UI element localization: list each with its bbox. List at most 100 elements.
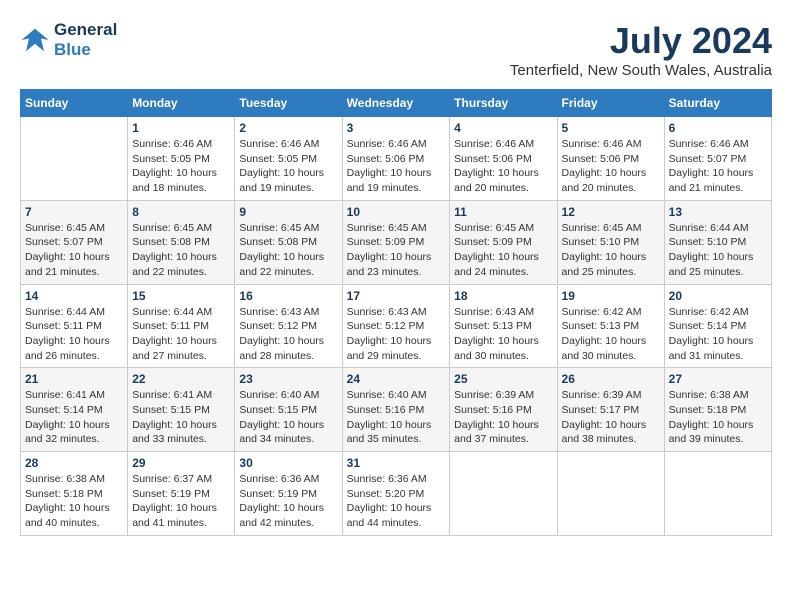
- day-info: Sunrise: 6:45 AMSunset: 5:10 PMDaylight:…: [562, 221, 660, 280]
- day-info: Sunrise: 6:44 AMSunset: 5:10 PMDaylight:…: [669, 221, 767, 280]
- calendar-cell: 9 Sunrise: 6:45 AMSunset: 5:08 PMDaylight…: [235, 200, 342, 284]
- calendar-cell: 19Sunrise: 6:42 AMSunset: 5:13 PMDayligh…: [557, 284, 664, 368]
- calendar-cell: 18Sunrise: 6:43 AMSunset: 5:13 PMDayligh…: [450, 284, 557, 368]
- calendar-cell: 20 Sunrise: 6:42 AMSunset: 5:14 PMDayligh…: [664, 284, 771, 368]
- calendar-cell: 30Sunrise: 6:36 AMSunset: 5:19 PMDayligh…: [235, 452, 342, 536]
- day-info: Sunrise: 6:41 AMSunset: 5:14 PMDaylight:…: [25, 388, 123, 447]
- day-number: 10: [347, 205, 446, 219]
- logo: General Blue: [20, 20, 117, 60]
- title-area: July 2024 Tenterfield, New South Wales, …: [510, 20, 772, 79]
- location: Tenterfield, New South Wales, Australia: [510, 62, 772, 79]
- day-number: 11: [454, 205, 552, 219]
- header-row: SundayMondayTuesdayWednesdayThursdayFrid…: [21, 90, 772, 117]
- day-number: 15: [132, 289, 230, 303]
- day-info: Sunrise: 6:39 AMSunset: 5:17 PMDaylight:…: [562, 388, 660, 447]
- calendar-cell: 28 Sunrise: 6:38 AMSunset: 5:18 PMDayligh…: [21, 452, 128, 536]
- week-row-2: 7Sunrise: 6:45 AMSunset: 5:07 PMDaylight…: [21, 200, 772, 284]
- day-info: Sunrise: 6:37 AMSunset: 5:19 PMDaylight:…: [132, 472, 230, 531]
- day-info: Sunrise: 6:46 AMSunset: 5:07 PMDaylight:…: [669, 137, 767, 196]
- day-info: Sunrise: 6:45 AMSunset: 5:09 PMDaylight:…: [347, 221, 446, 280]
- day-info: Sunrise: 6:38 AMSunset: 5:18 PMDaylight:…: [669, 388, 767, 447]
- day-info: Sunrise: 6:43 AMSunset: 5:12 PMDaylight:…: [239, 305, 337, 364]
- calendar-table: SundayMondayTuesdayWednesdayThursdayFrid…: [20, 89, 772, 536]
- calendar-cell: [664, 452, 771, 536]
- calendar-cell: 16 Sunrise: 6:43 AMSunset: 5:12 PMDayligh…: [235, 284, 342, 368]
- day-info: Sunrise: 6:45 AMSunset: 5:08 PMDaylight:…: [132, 221, 230, 280]
- day-number: 4: [454, 121, 552, 135]
- calendar-cell: 8 Sunrise: 6:45 AMSunset: 5:08 PMDaylight…: [128, 200, 235, 284]
- calendar-cell: 29Sunrise: 6:37 AMSunset: 5:19 PMDayligh…: [128, 452, 235, 536]
- day-number: 7: [25, 205, 123, 219]
- column-header-thursday: Thursday: [450, 90, 557, 117]
- day-number: 16: [239, 289, 337, 303]
- logo-text: General Blue: [54, 20, 117, 60]
- day-info: Sunrise: 6:45 AMSunset: 5:09 PMDaylight:…: [454, 221, 552, 280]
- calendar-cell: 23 Sunrise: 6:40 AMSunset: 5:15 PMDayligh…: [235, 368, 342, 452]
- day-info: Sunrise: 6:36 AMSunset: 5:20 PMDaylight:…: [347, 472, 446, 531]
- column-header-wednesday: Wednesday: [342, 90, 450, 117]
- calendar-cell: 2 Sunrise: 6:46 AMSunset: 5:05 PMDaylight…: [235, 117, 342, 201]
- day-info: Sunrise: 6:40 AMSunset: 5:16 PMDaylight:…: [347, 388, 446, 447]
- day-number: 26: [562, 372, 660, 386]
- calendar-cell: [557, 452, 664, 536]
- day-number: 12: [562, 205, 660, 219]
- calendar-cell: 7Sunrise: 6:45 AMSunset: 5:07 PMDaylight…: [21, 200, 128, 284]
- day-number: 18: [454, 289, 552, 303]
- column-header-friday: Friday: [557, 90, 664, 117]
- day-info: Sunrise: 6:46 AMSunset: 5:06 PMDaylight:…: [454, 137, 552, 196]
- week-row-5: 28 Sunrise: 6:38 AMSunset: 5:18 PMDayligh…: [21, 452, 772, 536]
- day-info: Sunrise: 6:44 AMSunset: 5:11 PMDaylight:…: [132, 305, 230, 364]
- calendar-cell: 3 Sunrise: 6:46 AMSunset: 5:06 PMDaylight…: [342, 117, 450, 201]
- day-number: 1: [132, 121, 230, 135]
- day-info: Sunrise: 6:44 AMSunset: 5:11 PMDaylight:…: [25, 305, 123, 364]
- week-row-1: 1 Sunrise: 6:46 AMSunset: 5:05 PMDaylight…: [21, 117, 772, 201]
- calendar-cell: [21, 117, 128, 201]
- day-number: 8: [132, 205, 230, 219]
- day-info: Sunrise: 6:43 AMSunset: 5:12 PMDaylight:…: [347, 305, 446, 364]
- day-number: 22: [132, 372, 230, 386]
- day-number: 6: [669, 121, 767, 135]
- day-info: Sunrise: 6:41 AMSunset: 5:15 PMDaylight:…: [132, 388, 230, 447]
- week-row-3: 14 Sunrise: 6:44 AMSunset: 5:11 PMDayligh…: [21, 284, 772, 368]
- calendar-cell: 4 Sunrise: 6:46 AMSunset: 5:06 PMDaylight…: [450, 117, 557, 201]
- day-number: 2: [239, 121, 337, 135]
- day-number: 20: [669, 289, 767, 303]
- day-number: 23: [239, 372, 337, 386]
- day-info: Sunrise: 6:42 AMSunset: 5:14 PMDaylight:…: [669, 305, 767, 364]
- calendar-cell: 11 Sunrise: 6:45 AMSunset: 5:09 PMDayligh…: [450, 200, 557, 284]
- column-header-monday: Monday: [128, 90, 235, 117]
- day-number: 5: [562, 121, 660, 135]
- calendar-cell: 15 Sunrise: 6:44 AMSunset: 5:11 PMDayligh…: [128, 284, 235, 368]
- calendar-cell: 5 Sunrise: 6:46 AMSunset: 5:06 PMDaylight…: [557, 117, 664, 201]
- calendar-cell: [450, 452, 557, 536]
- day-info: Sunrise: 6:38 AMSunset: 5:18 PMDaylight:…: [25, 472, 123, 531]
- day-number: 28: [25, 456, 123, 470]
- logo-icon: [20, 25, 50, 55]
- calendar-cell: 17 Sunrise: 6:43 AMSunset: 5:12 PMDayligh…: [342, 284, 450, 368]
- column-header-sunday: Sunday: [21, 90, 128, 117]
- day-number: 24: [347, 372, 446, 386]
- day-info: Sunrise: 6:42 AMSunset: 5:13 PMDaylight:…: [562, 305, 660, 364]
- day-info: Sunrise: 6:46 AMSunset: 5:06 PMDaylight:…: [347, 137, 446, 196]
- calendar-cell: 6 Sunrise: 6:46 AMSunset: 5:07 PMDaylight…: [664, 117, 771, 201]
- day-number: 31: [347, 456, 446, 470]
- day-info: Sunrise: 6:46 AMSunset: 5:06 PMDaylight:…: [562, 137, 660, 196]
- day-number: 9: [239, 205, 337, 219]
- calendar-cell: 26 Sunrise: 6:39 AMSunset: 5:17 PMDayligh…: [557, 368, 664, 452]
- month-title: July 2024: [510, 20, 772, 62]
- day-number: 21: [25, 372, 123, 386]
- calendar-cell: 10 Sunrise: 6:45 AMSunset: 5:09 PMDayligh…: [342, 200, 450, 284]
- calendar-cell: 21 Sunrise: 6:41 AMSunset: 5:14 PMDayligh…: [21, 368, 128, 452]
- calendar-cell: 25Sunrise: 6:39 AMSunset: 5:16 PMDayligh…: [450, 368, 557, 452]
- calendar-cell: 31 Sunrise: 6:36 AMSunset: 5:20 PMDayligh…: [342, 452, 450, 536]
- column-header-saturday: Saturday: [664, 90, 771, 117]
- day-info: Sunrise: 6:46 AMSunset: 5:05 PMDaylight:…: [239, 137, 337, 196]
- header: General Blue July 2024 Tenterfield, New …: [20, 20, 772, 79]
- day-number: 17: [347, 289, 446, 303]
- day-info: Sunrise: 6:45 AMSunset: 5:08 PMDaylight:…: [239, 221, 337, 280]
- day-info: Sunrise: 6:40 AMSunset: 5:15 PMDaylight:…: [239, 388, 337, 447]
- calendar-cell: 14 Sunrise: 6:44 AMSunset: 5:11 PMDayligh…: [21, 284, 128, 368]
- day-number: 3: [347, 121, 446, 135]
- day-number: 14: [25, 289, 123, 303]
- calendar-cell: 1Sunrise: 6:46 AMSunset: 5:05 PMDaylight…: [128, 117, 235, 201]
